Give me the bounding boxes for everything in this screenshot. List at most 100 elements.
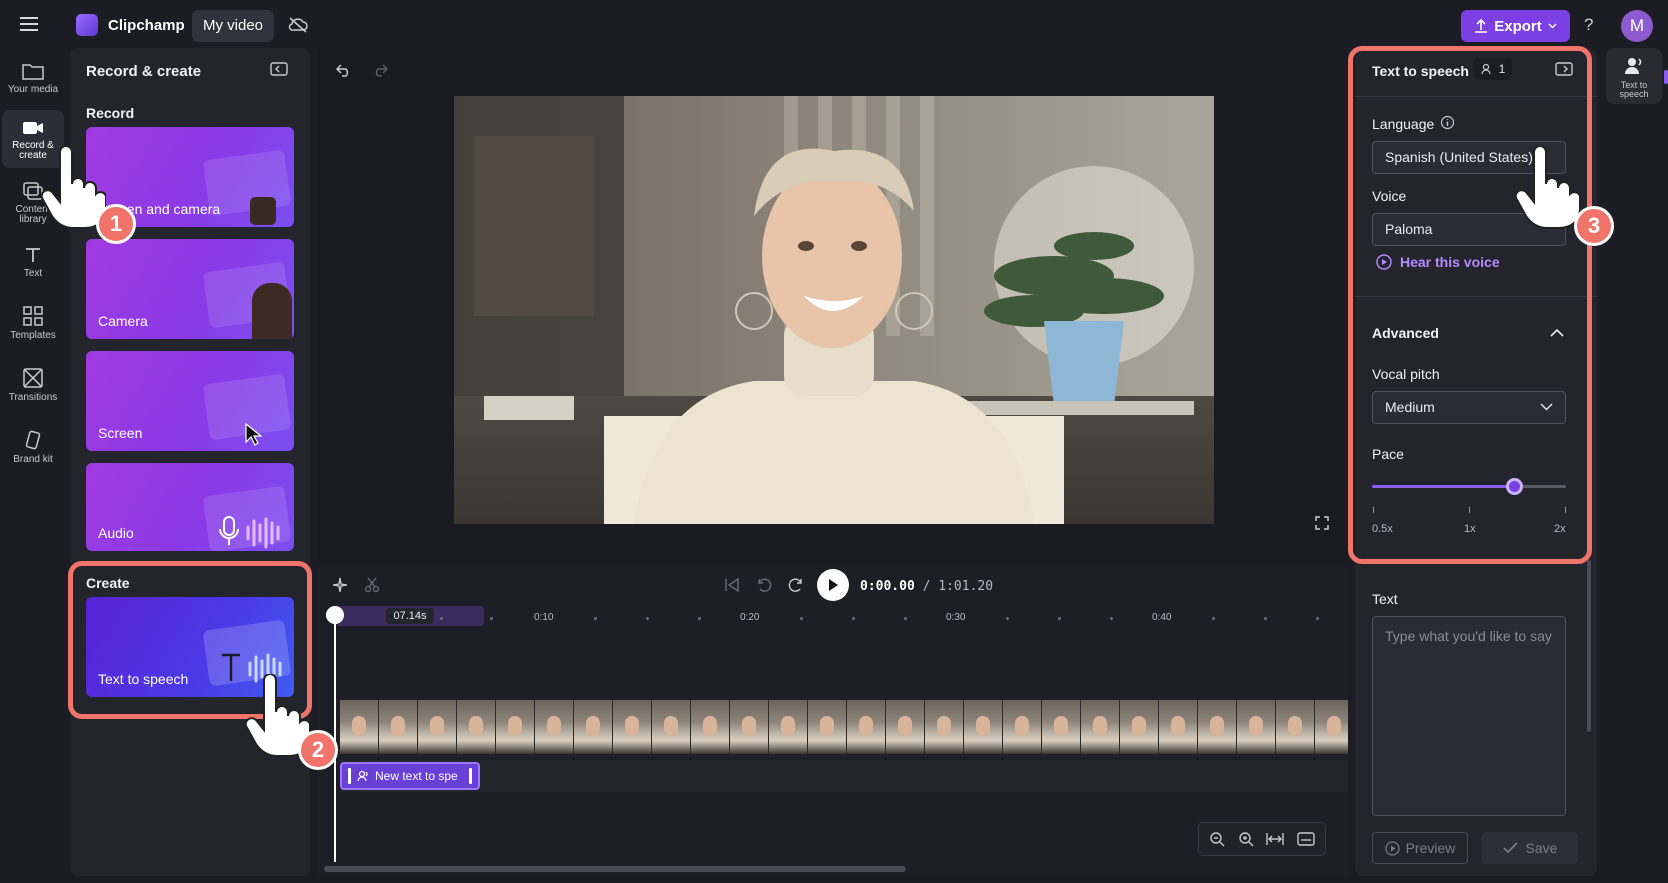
collapse-panel-icon[interactable] [270, 62, 288, 76]
nav-label: Templates [10, 330, 56, 341]
screen-card[interactable]: Screen [86, 351, 294, 451]
video-thumbnail [925, 700, 963, 754]
tick-label: 0:30 [946, 612, 966, 623]
camera-card[interactable]: Camera [86, 239, 294, 339]
nav-brand-kit[interactable]: Brand kit [2, 420, 64, 476]
video-frame-image [454, 96, 1214, 524]
rewind-5-icon[interactable] [756, 577, 772, 593]
right-panel-scrollbar[interactable] [1587, 560, 1591, 732]
vocal-pitch-value: Medium [1385, 399, 1435, 415]
video-thumbnail [652, 700, 690, 754]
video-thumbnail [457, 700, 495, 754]
video-thumbnail [418, 700, 456, 754]
undo-icon[interactable] [336, 63, 352, 77]
chevron-up-icon[interactable] [1550, 328, 1564, 337]
play-button[interactable] [817, 569, 849, 601]
video-thumbnail [1120, 700, 1158, 754]
timeline-scrollbar[interactable] [324, 866, 906, 872]
nav-label: Your media [7, 84, 59, 95]
playhead[interactable] [334, 608, 336, 862]
fullscreen-icon[interactable] [1315, 516, 1329, 530]
video-thumbnail [691, 700, 729, 754]
video-thumbnail [1081, 700, 1119, 754]
advanced-label: Advanced [1372, 325, 1439, 341]
divider [1355, 96, 1597, 97]
card-label: Text to speech [98, 671, 189, 687]
save-button[interactable]: Save [1482, 832, 1578, 864]
video-thumbnail [886, 700, 924, 754]
zoom-out-icon[interactable] [1209, 831, 1225, 847]
templates-icon [23, 306, 43, 326]
avatar[interactable]: M [1621, 10, 1653, 42]
video-track[interactable] [340, 700, 1348, 754]
pace-tick [1469, 507, 1470, 513]
time-total: / 1:01.20 [922, 579, 994, 594]
redo-icon[interactable] [372, 63, 388, 77]
time-readout: 0:00.00 / 1:01.20 [860, 579, 993, 594]
tts-panel-title: Text to speech [1372, 63, 1469, 79]
magic-icon[interactable] [332, 577, 348, 593]
zoom-controls [1198, 822, 1326, 856]
panel-title: Record & create [86, 63, 202, 80]
vocal-pitch-select[interactable]: Medium [1372, 391, 1566, 424]
project-title[interactable]: My video [192, 10, 274, 42]
rail-active-marker [1664, 70, 1668, 84]
menu-icon[interactable] [20, 17, 38, 31]
transitions-icon [23, 368, 43, 388]
nav-text[interactable]: Text [2, 236, 64, 292]
skip-back-icon[interactable] [724, 577, 740, 593]
video-thumbnail [1237, 700, 1275, 754]
video-thumbnail [1159, 700, 1197, 754]
preview-button[interactable]: Preview [1372, 832, 1468, 864]
tts-text-input[interactable]: Type what you'd like to say [1372, 616, 1566, 816]
forward-5-icon[interactable] [788, 577, 804, 593]
nav-templates[interactable]: Templates [2, 296, 64, 352]
tick-dot [800, 617, 803, 620]
video-thumbnail [1198, 700, 1236, 754]
nav-label: Transitions [8, 392, 58, 403]
audio-track [340, 760, 1348, 792]
pace-slider-track[interactable] [1372, 478, 1566, 495]
collapse-right-panel-icon[interactable] [1555, 62, 1573, 76]
zoom-in-icon[interactable] [1238, 831, 1254, 847]
nav-transitions[interactable]: Transitions [2, 358, 64, 414]
microphone-waveform-icon [218, 513, 288, 549]
video-thumbnail [808, 700, 846, 754]
rail-text-to-speech[interactable]: Text to speech [1606, 48, 1662, 104]
fit-timeline-icon[interactable] [1266, 832, 1284, 846]
video-thumbnail [340, 700, 378, 754]
video-thumbnail [1276, 700, 1314, 754]
clip-handle-right[interactable] [469, 768, 472, 784]
video-camera-icon [22, 120, 44, 136]
playhead-knob[interactable] [326, 606, 344, 624]
tick-dot [852, 617, 855, 620]
export-button[interactable]: Export [1461, 10, 1570, 42]
language-label: Language [1372, 116, 1435, 132]
text-label: Text [1372, 591, 1398, 607]
captions-toggle-icon[interactable] [1297, 832, 1315, 846]
tick-dot [1110, 617, 1113, 620]
split-scissors-icon[interactable] [364, 577, 380, 593]
video-thumbnail [964, 700, 1002, 754]
tick-dot [1006, 617, 1009, 620]
video-thumbnail [769, 700, 807, 754]
nav-your-media[interactable]: Your media [2, 52, 64, 108]
help-button[interactable]: ? [1584, 15, 1593, 35]
video-thumbnail [379, 700, 417, 754]
record-section-label: Record [86, 105, 135, 121]
video-preview[interactable] [454, 96, 1214, 524]
pace-label: Pace [1372, 446, 1404, 462]
video-thumbnail [847, 700, 885, 754]
tts-icon [357, 770, 369, 782]
info-icon[interactable] [1440, 115, 1455, 130]
clip-handle-left[interactable] [348, 768, 351, 784]
tts-clip-label: New text to spe [375, 769, 458, 783]
hear-voice-link[interactable]: Hear this voice [1376, 254, 1500, 270]
pace-slider-thumb[interactable] [1505, 478, 1523, 495]
cloud-off-icon[interactable] [288, 16, 308, 34]
audio-card[interactable]: Audio [86, 463, 294, 551]
nav-label: Text [23, 268, 43, 279]
hand-pointer-icon [1514, 146, 1580, 230]
tts-clip[interactable]: New text to spe [340, 762, 480, 790]
card-label: Screen [98, 425, 143, 441]
